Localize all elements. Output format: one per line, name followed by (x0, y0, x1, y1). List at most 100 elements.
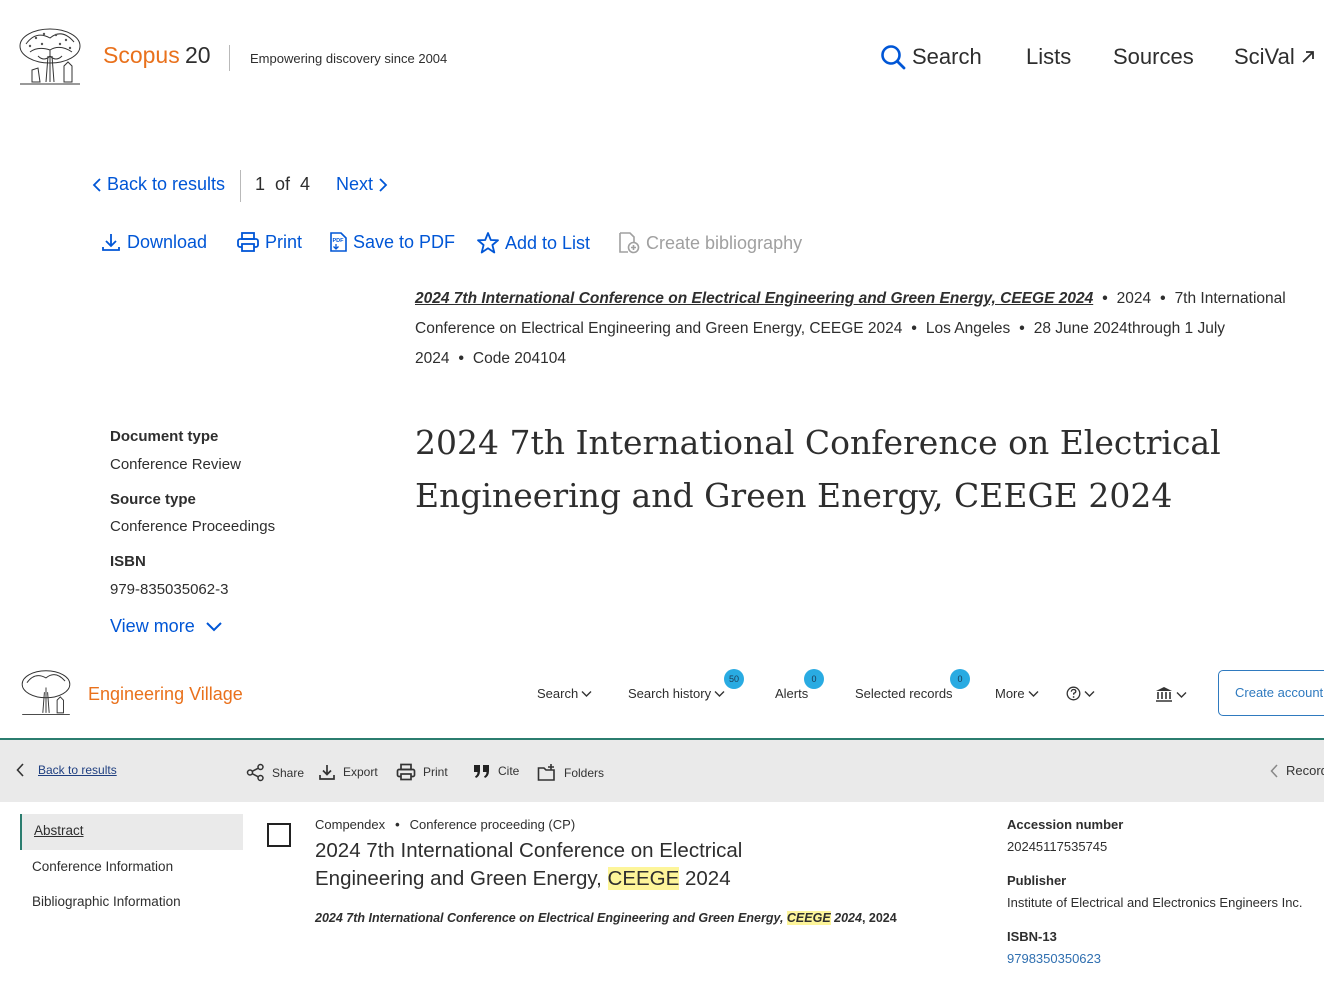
pdf-icon: PDF (330, 232, 347, 252)
create-bibliography-label: Create bibliography (646, 232, 803, 253)
bibliography-icon (619, 232, 640, 254)
isbn13-label: ISBN-13 (1007, 929, 1057, 944)
create-bibliography-button[interactable]: Create bibliography (617, 231, 802, 255)
nav-scival[interactable]: SciVal (1234, 44, 1315, 70)
printer-icon (396, 763, 416, 781)
ev-back-to-results-label: Back to results (38, 763, 117, 777)
folder-add-icon (537, 764, 555, 781)
export-button[interactable]: Export (318, 763, 378, 781)
header-divider (229, 45, 230, 71)
ev-nav-more-label: More (995, 686, 1025, 701)
scopus-brand[interactable]: Scopus (103, 42, 180, 69)
print-label: Print (265, 231, 303, 252)
pager-count: 1 of 4 (255, 174, 310, 195)
sidebar-item-bibliographic-information[interactable]: Bibliographic Information (20, 894, 243, 909)
conference-location: Los Angeles (925, 320, 1011, 337)
engineering-village-brand[interactable]: Engineering Village (88, 684, 243, 705)
scopus-anniversary-badge: 20 (185, 42, 211, 68)
view-more-button[interactable]: View more (110, 616, 223, 637)
source-title-link[interactable]: 2024 7th International Conference on Ele… (415, 290, 1093, 307)
previous-record-button[interactable]: Record (1270, 763, 1324, 778)
record-breadcrumb: Compendex • Conference proceeding (CP) (315, 817, 575, 832)
alerts-count-badge: 0 (804, 669, 824, 689)
download-label: Download (127, 231, 208, 252)
record-select-checkbox[interactable] (267, 823, 291, 847)
ev-toolbar (0, 738, 1324, 802)
svg-text:PDF: PDF (333, 238, 345, 244)
printer-icon (237, 232, 259, 252)
print-button[interactable]: Print (236, 231, 302, 253)
source-info: 2024 7th International Conference on Ele… (415, 284, 1324, 374)
pager-of: of (275, 174, 291, 194)
add-to-list-button[interactable]: Add to List (476, 231, 590, 255)
chevron-left-icon (1270, 763, 1278, 778)
ev-back-to-results-link[interactable]: Back to results (16, 763, 117, 777)
next-link[interactable]: Next (336, 174, 388, 195)
chevron-down-icon (1028, 690, 1039, 697)
ev-nav-institution[interactable] (1155, 686, 1187, 703)
sidebar-item-conference-information[interactable]: Conference Information (20, 859, 243, 874)
create-account-button[interactable]: Create account (1218, 670, 1324, 716)
nav-search[interactable]: Search (880, 44, 982, 70)
source-year: 2024 (1116, 290, 1152, 307)
download-icon (102, 234, 120, 251)
help-icon (1066, 686, 1081, 701)
ev-nav-search-label: Search (537, 686, 579, 701)
separator-dot: • (1019, 320, 1025, 337)
save-to-pdf-button[interactable]: PDF Save to PDF (328, 231, 455, 253)
quote-icon (474, 765, 489, 778)
chevron-right-icon (379, 177, 388, 192)
nav-sources[interactable]: Sources (1113, 44, 1194, 70)
chevron-left-icon (16, 763, 24, 777)
separator-dot: • (395, 817, 400, 832)
ev-print-button[interactable]: Print (396, 763, 448, 781)
ev-nav-help[interactable] (1066, 686, 1095, 701)
chevron-down-icon (205, 621, 222, 631)
nav-scival-label: SciVal (1234, 44, 1295, 69)
ev-nav-selected-records[interactable]: Selected records (855, 686, 953, 701)
pager-divider (240, 170, 241, 202)
separator-dot: • (1102, 290, 1108, 307)
chevron-down-icon (581, 690, 592, 697)
share-icon (246, 763, 264, 782)
publisher-value: Institute of Electrical and Electronics … (1007, 895, 1303, 910)
next-label: Next (336, 174, 374, 194)
sidebar-item-abstract[interactable]: Abstract (20, 814, 243, 850)
elsevier-logo-icon[interactable] (16, 26, 84, 88)
chevron-down-icon (1176, 691, 1187, 698)
document-type-value: Conference Review (110, 456, 241, 473)
isbn13-link[interactable]: 9798350350623 (1007, 951, 1101, 966)
ev-nav-history-label: Search history (628, 686, 712, 701)
separator-dot: • (1160, 290, 1166, 307)
download-button[interactable]: Download (100, 231, 207, 253)
pager-current: 1 (255, 174, 266, 194)
selected-records-count-badge: 0 (950, 669, 970, 689)
elsevier-logo-icon[interactable] (19, 668, 73, 718)
separator-dot: • (458, 350, 464, 367)
save-to-pdf-label: Save to PDF (353, 231, 456, 252)
view-more-label: View more (110, 616, 195, 636)
ev-nav-alerts[interactable]: Alerts (775, 686, 808, 701)
isbn-value: 979-835035062-3 (110, 581, 229, 598)
publisher-label: Publisher (1007, 873, 1067, 888)
record-title: 2024 7th International Conference on Ele… (315, 837, 785, 893)
back-to-results-label: Back to results (107, 174, 226, 194)
record-nav-label: Record (1286, 763, 1324, 778)
cite-button[interactable]: Cite (473, 763, 519, 779)
pager-total: 4 (300, 174, 311, 194)
ev-nav-search[interactable]: Search (537, 686, 592, 701)
share-label: Share (272, 765, 305, 780)
accession-number-label: Accession number (1007, 817, 1124, 832)
share-button[interactable]: Share (246, 763, 304, 782)
back-to-results-link[interactable]: Back to results (92, 174, 225, 195)
nav-lists[interactable]: Lists (1026, 44, 1071, 70)
isbn-label: ISBN (110, 553, 146, 570)
search-history-count-badge: 50 (724, 669, 744, 689)
external-link-icon (1302, 51, 1314, 63)
institution-icon (1156, 687, 1172, 702)
record-title-suffix: 2024 (679, 867, 731, 890)
ev-nav-more[interactable]: More (995, 686, 1039, 701)
folders-button[interactable]: Folders (537, 763, 604, 782)
record-source-text: 2024 7th International Conference on Ele… (315, 911, 787, 925)
ev-nav-search-history[interactable]: Search history (628, 686, 725, 701)
